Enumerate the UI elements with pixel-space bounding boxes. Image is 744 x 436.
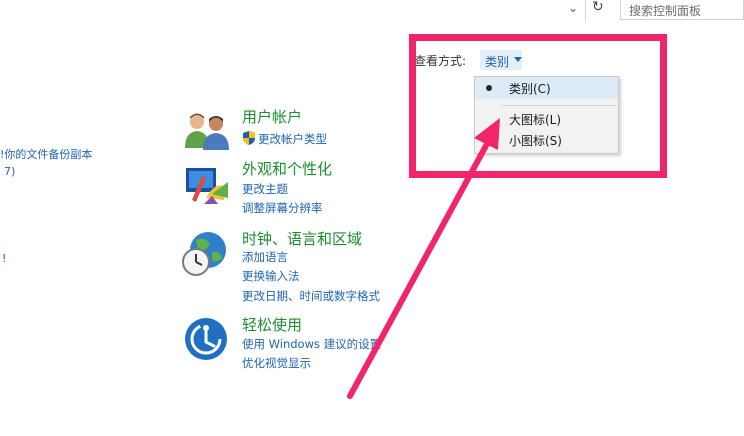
annotation-arrow [347,118,500,399]
